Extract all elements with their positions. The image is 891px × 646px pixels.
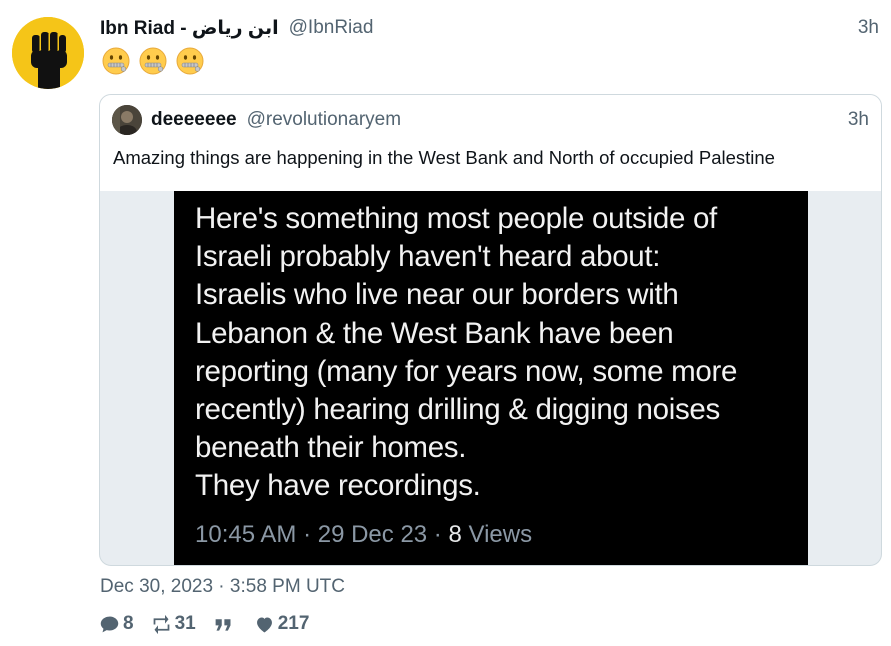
quoted-tweet-text: Amazing things are happening in the West… bbox=[113, 147, 775, 168]
quote-button[interactable] bbox=[213, 614, 237, 635]
image-meta: 10:45 AM · 29 Dec 23 · 8 Views bbox=[195, 521, 532, 549]
image-text-line: Here's something most people outside of bbox=[195, 202, 717, 235]
image-text-line: beneath their homes. bbox=[195, 431, 467, 465]
reply-button[interactable]: 8 bbox=[99, 613, 134, 635]
comment-icon bbox=[100, 615, 119, 632]
raised-fist-icon bbox=[12, 17, 84, 89]
zipper-mouth-face-icon bbox=[176, 47, 204, 75]
image-text-line: reporting (many for years now, some more bbox=[195, 354, 738, 388]
image-meta-time: 10:45 AM · 29 Dec 23 · bbox=[195, 521, 449, 548]
quote-icon bbox=[215, 618, 231, 631]
retweet-button[interactable]: 31 bbox=[151, 613, 196, 635]
image-text-line: recently) hearing drilling & digging noi… bbox=[195, 393, 720, 427]
tweet-stats: 8 31 217 bbox=[99, 613, 326, 635]
author-name[interactable]: Ibn Riad - ابن رياض bbox=[100, 17, 279, 40]
author-handle[interactable]: @IbnRiad bbox=[289, 17, 374, 39]
tweet-time[interactable]: 3h bbox=[858, 17, 879, 39]
retweet-count: 31 bbox=[174, 613, 196, 634]
quoted-author-handle[interactable]: @revolutionaryem bbox=[247, 109, 401, 131]
tweet-content bbox=[102, 47, 204, 75]
quoted-tweet-header-area: deeeeeee @revolutionaryem 3h Amazing thi… bbox=[100, 95, 881, 191]
quoted-author-avatar[interactable] bbox=[112, 105, 142, 135]
image-text-line: Israeli probably haven't heard about: bbox=[195, 240, 661, 274]
image-text-line: Lebanon & the West Bank have been bbox=[195, 316, 674, 350]
image-views-count: 8 bbox=[448, 521, 462, 548]
zipper-mouth-face-icon bbox=[102, 47, 130, 75]
tweet-date[interactable]: Dec 30, 2023 · 3:58 PM UTC bbox=[100, 576, 345, 598]
heart-icon bbox=[256, 617, 272, 632]
image-views-label: Views bbox=[461, 521, 533, 548]
image-text-line: They have recordings. bbox=[195, 469, 481, 503]
quoted-tweet-image[interactable]: Here's something most people outside of … bbox=[174, 191, 808, 565]
quoted-tweet[interactable]: deeeeeee @revolutionaryem 3h Amazing thi… bbox=[99, 94, 882, 566]
author-avatar[interactable] bbox=[12, 17, 84, 89]
quoted-author-name[interactable]: deeeeeee bbox=[151, 109, 237, 131]
zipper-mouth-face-icon bbox=[139, 47, 167, 75]
retweet-icon bbox=[153, 614, 169, 634]
image-text-line: Israelis who live near our borders with bbox=[195, 278, 679, 312]
reply-count: 8 bbox=[123, 613, 134, 634]
tweet-header: Ibn Riad - ابن رياض @IbnRiad 3h bbox=[100, 16, 879, 40]
profile-photo-icon bbox=[112, 105, 142, 135]
quoted-tweet-time[interactable]: 3h bbox=[848, 109, 869, 131]
quoted-tweet-header: deeeeeee @revolutionaryem 3h bbox=[151, 109, 869, 131]
like-count: 217 bbox=[277, 613, 310, 634]
like-button[interactable]: 217 bbox=[254, 613, 310, 635]
